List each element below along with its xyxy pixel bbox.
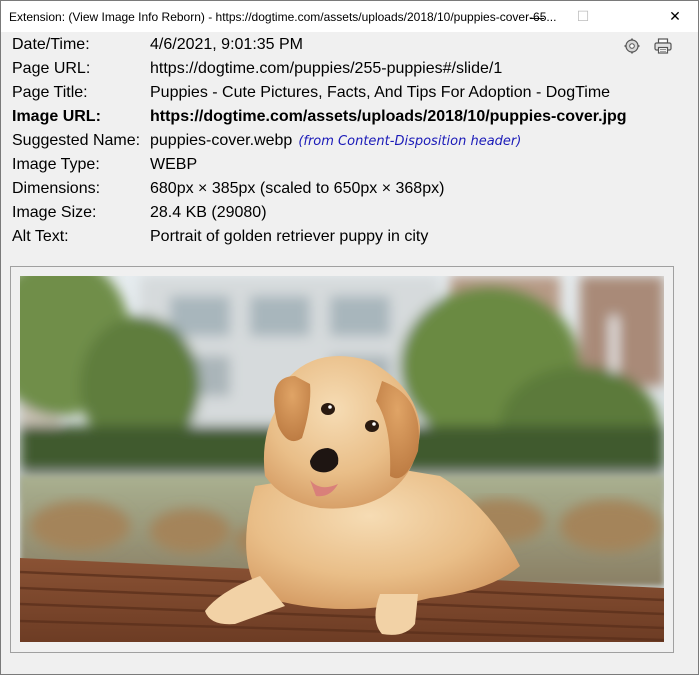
value: 4/6/2021, 9:01:35 PM	[150, 36, 303, 53]
label: Alt Text:	[12, 228, 69, 245]
value: 28.4 KB (29080)	[150, 204, 267, 221]
title-bar: Extension: (View Image Info Reborn) - ht…	[1, 1, 698, 32]
label: Page Title:	[12, 84, 88, 101]
printer-icon	[654, 38, 672, 54]
puppy-photo	[20, 276, 664, 642]
maximize-button[interactable]: ☐	[560, 1, 606, 32]
source-note: (from Content-Disposition header)	[298, 134, 522, 149]
value: 680px × 385px (scaled to 650px × 368px)	[150, 180, 445, 197]
label: Image Size:	[12, 204, 97, 221]
minimize-button[interactable]: —	[514, 1, 560, 32]
page-url-link[interactable]: https://dogtime.com/puppies/255-puppies#…	[150, 60, 502, 78]
label: Suggested Name:	[12, 132, 141, 149]
value: Portrait of golden retriever puppy in ci…	[150, 228, 429, 245]
label: Image Type:	[12, 156, 100, 173]
gear-icon	[624, 38, 640, 54]
value-group: puppies-cover.webp (from Content-Disposit…	[150, 132, 521, 150]
settings-button[interactable]	[622, 36, 642, 56]
value: WEBP	[150, 156, 198, 173]
label: Image URL:	[12, 108, 101, 125]
close-button[interactable]: ✕	[652, 1, 698, 32]
label: Dimensions:	[12, 180, 101, 197]
image-preview[interactable]	[20, 276, 664, 642]
value: Puppies - Cute Pictures, Facts, And Tips…	[150, 84, 611, 101]
print-button[interactable]	[653, 36, 673, 56]
image-preview-frame	[10, 266, 674, 653]
window-title: Extension: (View Image Info Reborn) - ht…	[9, 10, 557, 24]
image-url-link[interactable]: https://dogtime.com/assets/uploads/2018/…	[150, 108, 627, 126]
label: Page URL:	[12, 60, 91, 77]
extension-window: Extension: (View Image Info Reborn) - ht…	[0, 0, 699, 675]
label: Date/Time:	[12, 36, 90, 53]
value: puppies-cover.webp	[150, 132, 293, 149]
